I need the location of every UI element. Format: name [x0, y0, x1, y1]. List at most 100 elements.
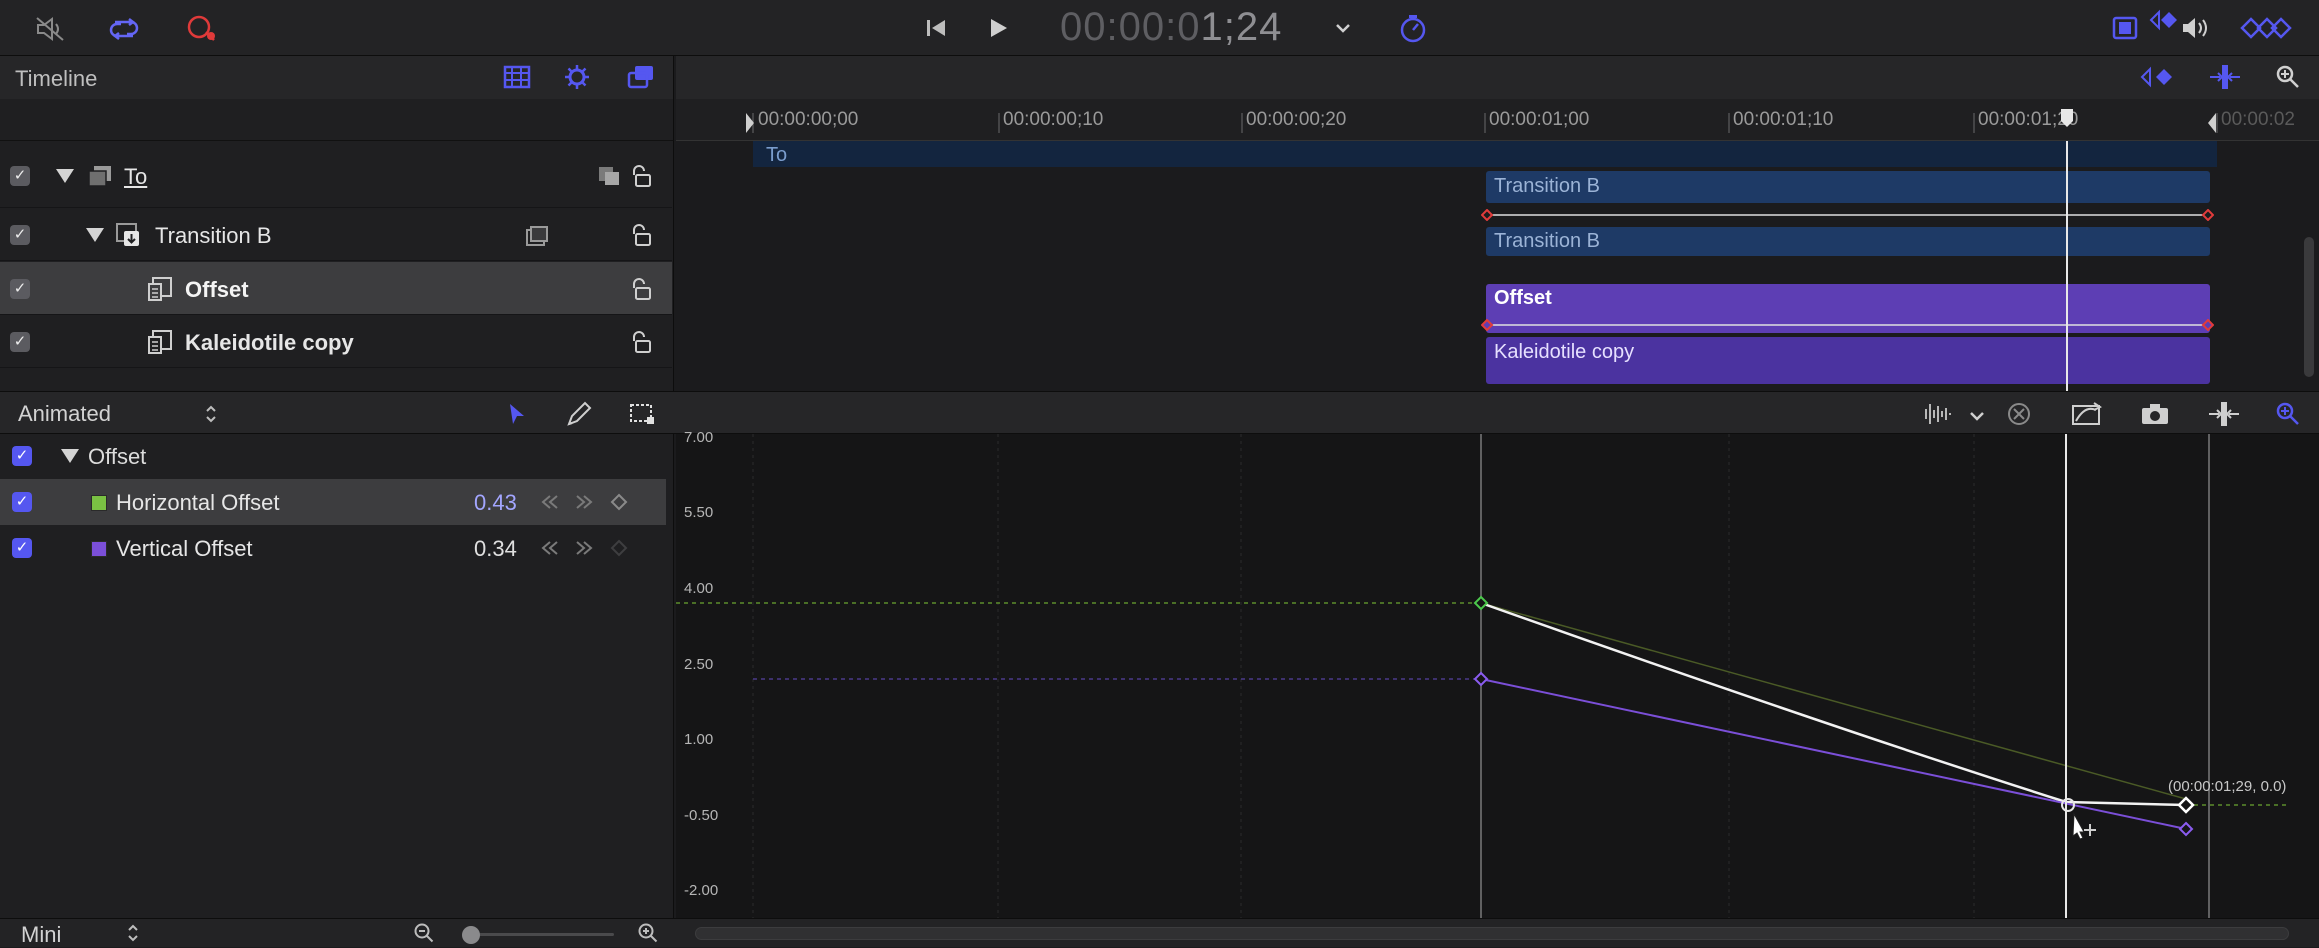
- show-filters-icon[interactable]: [624, 62, 658, 92]
- add-keyframe-diamond-icon[interactable]: [607, 491, 631, 513]
- keyframe-point-selected[interactable]: [2177, 796, 2195, 814]
- snapshot-camera-icon[interactable]: [2138, 400, 2172, 428]
- disclosure-triangle-icon[interactable]: [86, 228, 104, 242]
- param-group-label: Offset: [88, 444, 147, 469]
- horizontal-scrollbar[interactable]: [695, 927, 2289, 940]
- timecode-display[interactable]: 00:00:01;24: [1060, 5, 1282, 51]
- graph-snapping-icon[interactable]: [2206, 400, 2242, 428]
- loop-playback-icon[interactable]: [106, 14, 142, 44]
- keyframes-toggle-icon[interactable]: [2238, 14, 2294, 42]
- lock-icon[interactable]: [628, 162, 654, 190]
- lock-icon[interactable]: [628, 275, 654, 303]
- add-keyframe-diamond-icon[interactable]: [607, 537, 631, 559]
- timecode-frames: 1;24: [1200, 5, 1283, 49]
- playhead-line[interactable]: [2066, 141, 2068, 391]
- layer-row-kaleidotile-copy[interactable]: ✓ Kaleidotile copy: [0, 316, 672, 368]
- keyframe-point[interactable]: [2178, 821, 2194, 837]
- layer-visibility-checkbox[interactable]: ✓: [10, 332, 30, 352]
- keyframe-navigation-icon[interactable]: [2136, 0, 2186, 40]
- record-animation-icon[interactable]: [183, 12, 219, 44]
- zoom-slider-track[interactable]: [462, 933, 614, 936]
- group-icon: [86, 162, 114, 190]
- filter-popup-chevron-icon[interactable]: [200, 402, 222, 426]
- previous-keyframe-icon[interactable]: [538, 491, 562, 513]
- layer-row-transition-b[interactable]: ✓ Transition B: [0, 209, 672, 261]
- disclosure-triangle-icon[interactable]: [61, 449, 79, 463]
- show-masks-icon[interactable]: [500, 62, 534, 92]
- animated-filter-label[interactable]: Animated: [18, 401, 111, 427]
- select-tool-icon[interactable]: [504, 400, 530, 428]
- timeline-left-spacer: [0, 99, 674, 141]
- fit-curves-icon[interactable]: [2068, 400, 2106, 428]
- horizontal-offset-curve[interactable]: [1480, 601, 2187, 807]
- keyframe-point[interactable]: [1473, 595, 1489, 611]
- param-group-checkbox[interactable]: ✓: [12, 446, 32, 466]
- ruler-tick: 00:00:01;00: [1489, 109, 1590, 130]
- ruler-tick: 00:00:00;00: [758, 109, 859, 130]
- keyframe-graph[interactable]: 7.00 5.50 4.00 2.50 1.00 -0.50 -2.00 (00…: [676, 429, 2319, 918]
- next-keyframe-icon[interactable]: [572, 491, 596, 513]
- zoom-slider-thumb[interactable]: [462, 926, 480, 944]
- param-checkbox[interactable]: ✓: [12, 538, 32, 558]
- group-download-icon: [114, 221, 142, 249]
- clone-icon[interactable]: [524, 223, 550, 249]
- zoom-in-icon[interactable]: [636, 922, 660, 944]
- snapping-icon[interactable]: [2206, 62, 2244, 92]
- layer-row-to[interactable]: ✓ To: [0, 142, 672, 208]
- layer-row-offset[interactable]: ✓ Offset: [0, 262, 672, 315]
- layer-visibility-checkbox[interactable]: ✓: [10, 225, 30, 245]
- keyframe-point[interactable]: [1473, 671, 1489, 687]
- zoom-out-icon[interactable]: [412, 922, 436, 944]
- param-row-horizontal-offset[interactable]: ✓ Horizontal Offset 0.43: [0, 479, 666, 525]
- sketch-pen-icon[interactable]: [564, 400, 594, 428]
- size-mode-label[interactable]: Mini: [21, 922, 61, 948]
- layer-name: To: [124, 164, 148, 189]
- keyframe-editor-toolbar: Animated: [0, 391, 2319, 434]
- timeline-ruler[interactable]: 00:00:00;00 00:00:00;10 00:00:00;20 00:0…: [676, 99, 2319, 141]
- ruler-tick: 00:00:00;20: [1246, 109, 1347, 130]
- isolate-icon[interactable]: [596, 163, 622, 189]
- keyframe-nav-icon[interactable]: [2136, 62, 2184, 92]
- param-checkbox[interactable]: ✓: [12, 492, 32, 512]
- mute-audio-icon[interactable]: [32, 14, 68, 44]
- play-icon[interactable]: [984, 14, 1012, 42]
- next-keyframe-icon[interactable]: [572, 537, 596, 559]
- previous-keyframe-icon[interactable]: [538, 537, 562, 559]
- clear-curves-icon[interactable]: [2004, 400, 2034, 428]
- param-value[interactable]: 0.34: [474, 536, 517, 562]
- transition-b-sub-bar[interactable]: Transition B: [1486, 227, 2210, 256]
- lock-icon[interactable]: [628, 328, 654, 356]
- disclosure-triangle-icon[interactable]: [56, 169, 74, 183]
- top-toolbar: 00:00:01;24: [0, 0, 2319, 56]
- playback-rate-icon[interactable]: [1396, 12, 1430, 46]
- layer-visibility-checkbox[interactable]: ✓: [10, 279, 30, 299]
- timeline-scrollbar[interactable]: [2304, 237, 2314, 377]
- param-value[interactable]: 0.43: [474, 490, 517, 516]
- param-group-offset[interactable]: ✓ Offset: [0, 434, 672, 478]
- graph-zoom-icon[interactable]: [2272, 400, 2304, 428]
- audio-waveform-icon[interactable]: [1918, 400, 1954, 428]
- to-track-bar[interactable]: [753, 141, 2217, 167]
- keyframe-tooltip: (00:00:01;29, 0.0): [2168, 778, 2287, 795]
- show-behaviors-icon[interactable]: [560, 62, 594, 92]
- offset-keyframe-line: [1481, 319, 2214, 331]
- zoom-icon[interactable]: [2272, 62, 2304, 92]
- param-label: Horizontal Offset: [116, 490, 280, 515]
- transform-box-icon[interactable]: [626, 400, 658, 428]
- layer-visibility-checkbox[interactable]: ✓: [10, 166, 30, 186]
- filter-layer-icon: [146, 275, 174, 303]
- lock-icon[interactable]: [628, 221, 654, 249]
- timeline-tracks: To Transition B Transition B Offset Kale…: [676, 141, 2319, 391]
- parameters-list: ✓ Offset ✓ Horizontal Offset 0.43 ✓ Vert…: [0, 434, 674, 918]
- transition-b-bar[interactable]: Transition B: [1486, 171, 2210, 203]
- timecode-dropdown-chevron-icon[interactable]: [1332, 18, 1354, 38]
- size-popup-chevron-icon[interactable]: [124, 922, 142, 944]
- go-to-start-icon[interactable]: [922, 14, 950, 42]
- kaleidotile-bar[interactable]: Kaleidotile copy: [1486, 337, 2210, 384]
- waveform-dropdown-chevron-icon[interactable]: [1966, 406, 1988, 426]
- transition-b-keyframe-line: [1481, 209, 2214, 221]
- playhead-handle-icon[interactable]: [2059, 107, 2075, 129]
- timeline-toolbar: [676, 9, 2319, 99]
- layer-name: Kaleidotile copy: [185, 330, 354, 355]
- param-row-vertical-offset[interactable]: ✓ Vertical Offset 0.34: [0, 525, 666, 571]
